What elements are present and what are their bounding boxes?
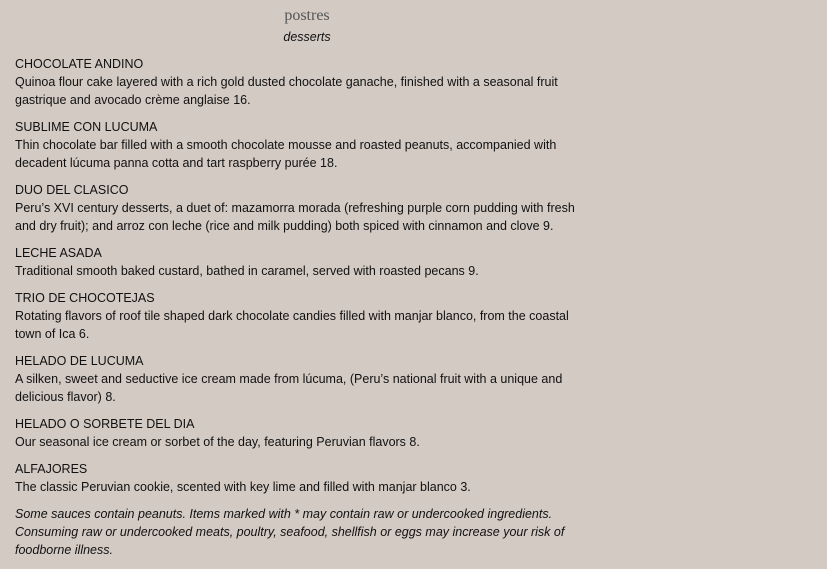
menu-item-description: A silken, sweet and seductive ice cream …	[15, 372, 563, 404]
menu-item-name: LECHE ASADA	[15, 246, 102, 260]
menu-item-name: HELADO DE LUCUMA	[15, 354, 144, 368]
page-title: postres	[284, 7, 330, 24]
menu-item-description: Traditional smooth baked custard, bathed…	[15, 264, 479, 278]
menu-item-name: DUO DEL CLASICO	[15, 183, 129, 197]
menu-item-name: CHOCOLATE ANDINO	[15, 57, 144, 71]
menu-item: HELADO O SORBETE DEL DIA Our seasonal ic…	[15, 415, 595, 451]
menu-item: TRIO DE CHOCOTEJAS Rotating flavors of r…	[15, 289, 595, 343]
menu-item-description: Our seasonal ice cream or sorbet of the …	[15, 435, 420, 449]
menu-item: ALFAJORES The classic Peruvian cookie, s…	[15, 460, 595, 496]
menu-item-name: ALFAJORES	[15, 462, 88, 476]
allergy-disclaimer: Some sauces contain peanuts. Items marke…	[15, 507, 565, 557]
menu-item-name: SUBLIME CON LUCUMA	[15, 120, 158, 134]
menu-item-description: Quinoa flour cake layered with a rich go…	[15, 75, 558, 107]
dessert-menu-list: CHOCOLATE ANDINO Quinoa flour cake layer…	[15, 55, 595, 559]
menu-item: SUBLIME CON LUCUMA Thin chocolate bar fi…	[15, 118, 595, 172]
menu-item: DUO DEL CLASICO Peru’s XVI century desse…	[15, 181, 595, 235]
menu-item: HELADO DE LUCUMA A silken, sweet and sed…	[15, 352, 595, 406]
page-subtitle: desserts	[283, 30, 331, 44]
menu-item: LECHE ASADA Traditional smooth baked cus…	[15, 244, 595, 280]
menu-header: postres desserts	[0, 6, 614, 46]
menu-item-description: The classic Peruvian cookie, scented wit…	[15, 480, 471, 494]
menu-item-name: HELADO O SORBETE DEL DIA	[15, 417, 195, 431]
menu-item: CHOCOLATE ANDINO Quinoa flour cake layer…	[15, 55, 595, 109]
menu-item-description: Rotating flavors of roof tile shaped dar…	[15, 309, 569, 341]
menu-item-name: TRIO DE CHOCOTEJAS	[15, 291, 155, 305]
menu-item-description: Thin chocolate bar filled with a smooth …	[15, 138, 557, 170]
menu-item-description: Peru’s XVI century desserts, a duet of: …	[15, 201, 575, 233]
